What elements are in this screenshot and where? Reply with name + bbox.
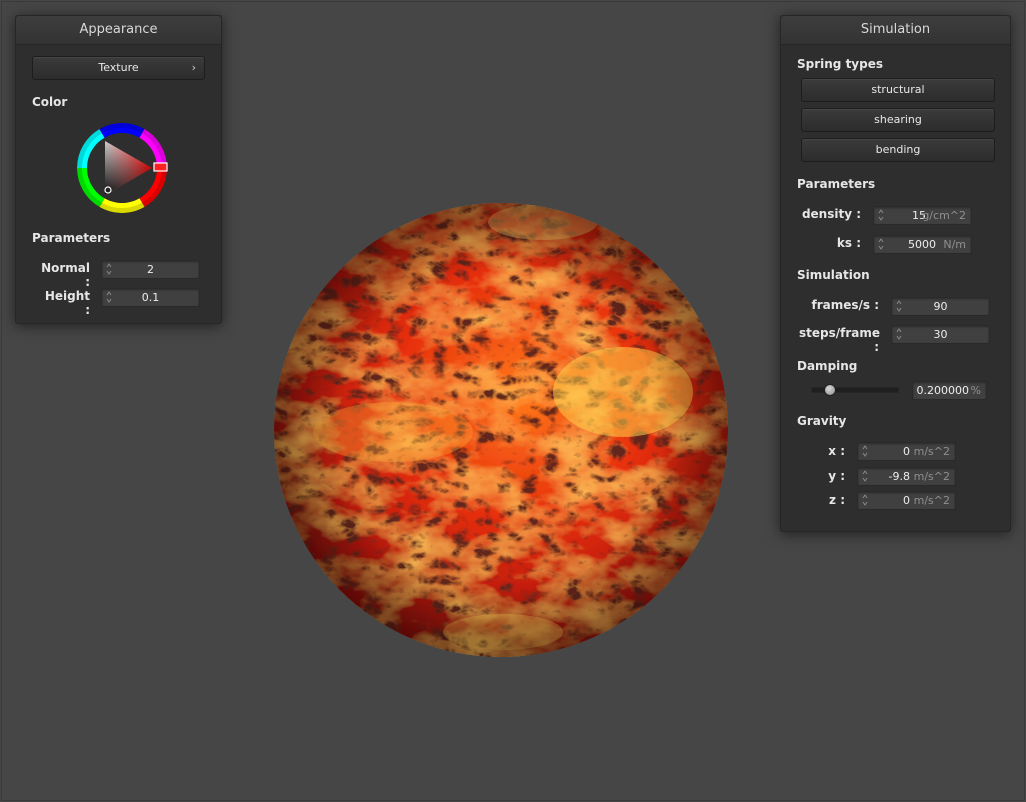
fps-label: frames/s : xyxy=(811,298,879,312)
gravity-y-unit: m/s^2 xyxy=(913,470,950,483)
gravity-label: Gravity xyxy=(797,414,847,428)
damping-input[interactable]: 0.200000 % xyxy=(912,381,987,400)
fps-value: 90 xyxy=(933,300,948,313)
simulation-parameters-label: Parameters xyxy=(797,177,876,191)
simulation-panel: Simulation Spring types structural shear… xyxy=(780,15,1011,532)
spinner-arrows-icon[interactable] xyxy=(878,237,884,251)
damping-slider-handle[interactable] xyxy=(823,384,836,396)
gravity-z-value: 0 xyxy=(903,494,910,507)
gravity-z-label: z : xyxy=(829,493,845,507)
texture-button-label: Texture xyxy=(98,61,139,74)
spinner-arrows-icon[interactable] xyxy=(862,493,868,507)
gravity-z-input[interactable]: 0 m/s^2 xyxy=(857,491,956,510)
damping-label: Damping xyxy=(797,359,858,373)
appearance-parameters-label: Parameters xyxy=(32,231,111,245)
simulation-section-label: Simulation xyxy=(797,268,870,282)
chevron-right-icon: › xyxy=(191,61,196,74)
ks-value: 5000 xyxy=(908,238,936,251)
damping-value: 0.200000 xyxy=(916,384,970,397)
spinner-arrows-icon[interactable] xyxy=(878,208,884,222)
steps-per-frame-input[interactable]: 30 xyxy=(891,325,990,344)
ks-unit: N/m xyxy=(943,238,966,251)
damping-unit: % xyxy=(970,384,981,397)
normal-value: 2 xyxy=(147,263,154,276)
normal-label: Normal : xyxy=(41,261,90,289)
fps-input[interactable]: 90 xyxy=(891,297,990,316)
gravity-y-value: -9.8 xyxy=(888,470,910,483)
gravity-x-label: x : xyxy=(828,444,845,458)
steps-per-frame-label: steps/frame : xyxy=(799,326,881,354)
gravity-y-input[interactable]: -9.8 m/s^2 xyxy=(857,467,956,486)
gravity-y-label: y : xyxy=(828,469,845,483)
spring-types-label: Spring types xyxy=(797,57,884,71)
spinner-arrows-icon[interactable] xyxy=(862,469,868,483)
shearing-button[interactable]: shearing xyxy=(801,108,995,132)
color-section-label: Color xyxy=(32,95,68,109)
gravity-x-input[interactable]: 0 m/s^2 xyxy=(857,442,956,461)
color-wheel[interactable] xyxy=(72,118,172,218)
lava-sphere xyxy=(274,203,728,657)
density-unit: g/cm^2 xyxy=(922,209,966,222)
structural-button[interactable]: structural xyxy=(801,78,995,102)
gravity-z-unit: m/s^2 xyxy=(913,494,950,507)
density-input[interactable]: 15 g/cm^2 xyxy=(873,206,972,225)
render-viewport[interactable]: Appearance Texture › Color Parameters No… xyxy=(1,1,1025,801)
ks-input[interactable]: 5000 N/m xyxy=(873,235,972,254)
gravity-x-unit: m/s^2 xyxy=(913,445,950,458)
spinner-arrows-icon[interactable] xyxy=(862,444,868,458)
height-value: 0.1 xyxy=(141,291,160,304)
normal-input[interactable]: 2 xyxy=(101,260,200,279)
density-label: density : xyxy=(801,207,861,221)
appearance-panel-title[interactable]: Appearance xyxy=(16,16,221,45)
ks-label: ks : xyxy=(836,236,861,250)
simulation-panel-title[interactable]: Simulation xyxy=(781,16,1010,45)
steps-per-frame-value: 30 xyxy=(933,328,948,341)
height-input[interactable]: 0.1 xyxy=(101,288,200,307)
bending-button[interactable]: bending xyxy=(801,138,995,162)
texture-button[interactable]: Texture › xyxy=(32,56,205,80)
gravity-x-value: 0 xyxy=(903,445,910,458)
height-label: Height : xyxy=(44,289,90,317)
appearance-panel: Appearance Texture › Color Parameters No… xyxy=(15,15,222,324)
